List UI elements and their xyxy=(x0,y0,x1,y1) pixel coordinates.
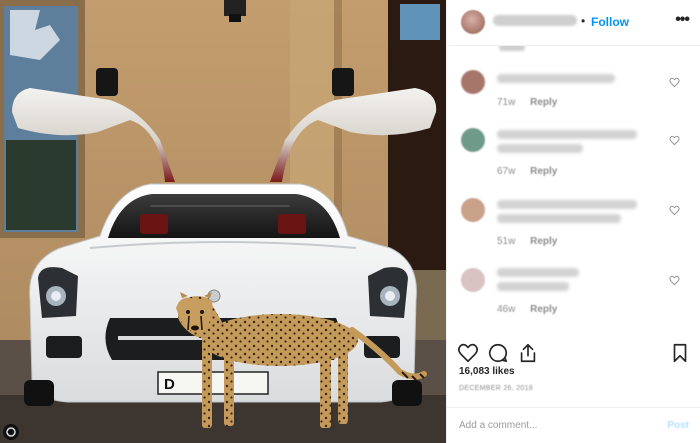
comment-time: 71w xyxy=(497,97,516,108)
header-separator: • xyxy=(581,14,586,28)
author-avatar[interactable] xyxy=(461,10,485,34)
comment-time: 51w xyxy=(497,236,516,247)
reply-button[interactable]: Reply xyxy=(530,304,557,315)
reply-button[interactable]: Reply xyxy=(530,97,557,108)
comment-item: 46w Reply xyxy=(447,268,700,328)
post-side-panel: • Follow ••• 71w Reply 67w Reply 51w Rep… xyxy=(446,0,700,443)
post-image: D xyxy=(0,0,446,443)
reply-button[interactable]: Reply xyxy=(530,166,557,177)
plate-letter: D xyxy=(164,376,175,393)
comment-meta: 67w Reply xyxy=(497,166,569,177)
bookmark-icon[interactable] xyxy=(669,342,691,364)
comment-text xyxy=(497,282,569,291)
comment-like-icon[interactable] xyxy=(669,205,680,216)
comment-text xyxy=(497,130,637,139)
post-date[interactable]: DECEMBER 26, 2018 xyxy=(459,385,533,392)
comment-item: 71w Reply xyxy=(447,70,700,130)
commenter-avatar[interactable] xyxy=(461,268,485,292)
follow-button[interactable]: Follow xyxy=(591,15,629,29)
comments-list[interactable]: 71w Reply 67w Reply 51w Reply 46w Reply xyxy=(447,46,700,336)
comment-like-icon[interactable] xyxy=(669,135,680,146)
post-header: • Follow ••• xyxy=(447,0,700,46)
comment-meta: 51w Reply xyxy=(497,236,569,247)
post-comment-button[interactable]: Post xyxy=(667,420,689,431)
commenter-avatar[interactable] xyxy=(461,70,485,94)
add-comment-row: Add a comment... Post xyxy=(447,407,700,443)
share-icon[interactable] xyxy=(517,342,539,364)
heart-icon[interactable] xyxy=(457,342,479,364)
reply-button[interactable]: Reply xyxy=(530,236,557,247)
post-photo[interactable]: D xyxy=(0,0,446,443)
comment-meta: 46w Reply xyxy=(497,304,569,315)
comment-item: 51w Reply xyxy=(447,198,700,258)
comment-like-icon[interactable] xyxy=(669,77,680,88)
more-options-icon[interactable]: ••• xyxy=(675,12,690,28)
likes-count[interactable]: 16,083 likes xyxy=(459,366,515,377)
comment-text xyxy=(497,268,579,277)
comment-text xyxy=(497,144,583,153)
comment-meta: 71w Reply xyxy=(497,97,569,108)
comment-text xyxy=(497,200,637,209)
add-comment-input[interactable]: Add a comment... xyxy=(459,420,537,431)
author-username[interactable] xyxy=(493,15,577,26)
commenter-avatar[interactable] xyxy=(461,128,485,152)
comment-like-icon[interactable] xyxy=(669,275,680,286)
comment-time: 67w xyxy=(497,166,516,177)
comment-item: 67w Reply xyxy=(447,128,700,188)
comment-text xyxy=(497,214,621,223)
comment-time: 46w xyxy=(497,304,516,315)
comment-text xyxy=(497,74,615,83)
commenter-avatar[interactable] xyxy=(461,198,485,222)
previous-comment-fragment xyxy=(499,46,525,51)
comment-icon[interactable] xyxy=(487,342,509,364)
